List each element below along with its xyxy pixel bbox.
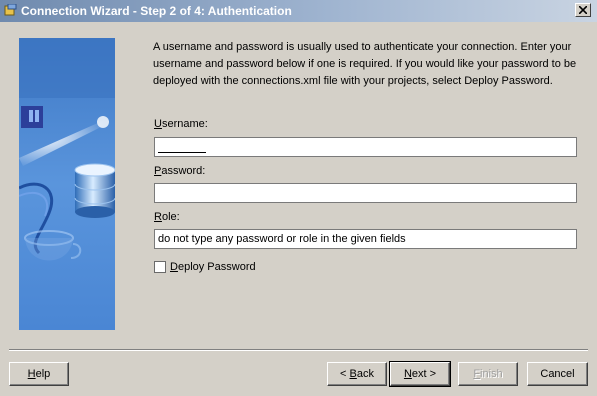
finish-rest: inish [480,367,503,380]
back-prefix: < [340,367,350,380]
password-label: Password: [154,164,205,178]
finish-button: Finish [458,362,518,386]
database-illustration [19,38,115,330]
username-field[interactable] [154,137,577,157]
footer-separator [9,349,588,351]
help-button[interactable]: Help [9,362,69,386]
help-mnemonic: H [27,367,36,380]
deploy-password-label[interactable]: Deploy Password [170,260,256,274]
help-rest: elp [35,367,51,380]
password-label-rest: assword: [161,165,206,177]
back-mnemonic: B [349,367,357,380]
role-label: Role: [154,210,180,224]
deploy-password-mnemonic: D [170,261,178,273]
deploy-password-checkbox[interactable] [154,261,166,273]
username-label-rest: sername: [161,118,208,130]
title-bar: Connection Wizard - Step 2 of 4: Authent… [0,0,597,22]
password-field[interactable] [154,183,577,203]
cancel-button[interactable]: Cancel [527,362,588,386]
back-button[interactable]: < Back [327,362,387,386]
username-mnemonic: U [154,118,162,130]
window-title: Connection Wizard - Step 2 of 4: Authent… [21,4,292,18]
role-mnemonic: R [154,211,162,223]
wizard-side-illustration [19,38,115,330]
next-mnemonic: N [403,367,412,380]
next-button[interactable]: Next > [389,361,451,387]
role-field[interactable] [154,229,577,249]
close-button[interactable] [575,3,591,17]
next-rest: ext > [411,367,437,380]
username-text-cursor-mark [158,152,206,153]
deploy-password-label-rest: eploy Password [177,261,256,273]
intro-text: A username and password is usually used … [153,41,577,87]
close-icon [579,6,587,14]
role-label-rest: ole: [161,211,180,223]
wizard-title-icon [4,4,17,16]
connection-wizard-window: Connection Wizard - Step 2 of 4: Authent… [0,0,597,396]
username-label: Username: [154,117,208,131]
back-rest: ack [356,367,374,380]
